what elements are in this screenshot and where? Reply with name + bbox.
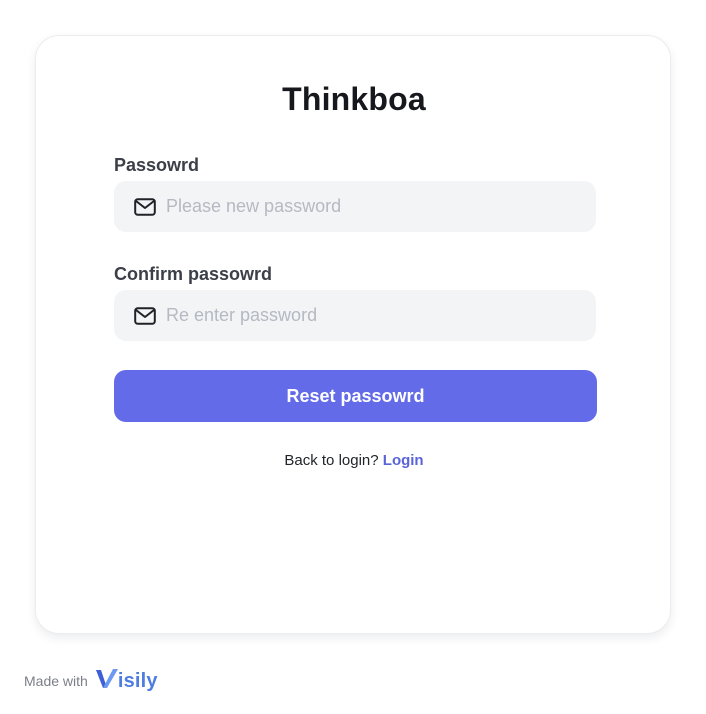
reset-password-button[interactable]: Reset passowrd bbox=[114, 370, 597, 422]
confirm-password-field-wrapper[interactable] bbox=[114, 290, 596, 341]
mail-icon bbox=[134, 196, 156, 218]
page-title: Thinkboa bbox=[282, 81, 426, 117]
visily-logo: isily bbox=[94, 666, 158, 697]
visily-wordmark: isily bbox=[117, 669, 158, 692]
back-to-login-row: Back to login? Login bbox=[36, 451, 672, 471]
confirm-password-input[interactable] bbox=[166, 300, 576, 331]
mail-icon bbox=[134, 305, 156, 327]
password-field-wrapper[interactable] bbox=[114, 181, 596, 232]
password-input[interactable] bbox=[166, 191, 576, 222]
back-to-login-prompt: Back to login? bbox=[284, 452, 379, 469]
made-with-badge[interactable]: Made with isily bbox=[24, 667, 158, 695]
confirm-password-label: Confirm passowrd bbox=[114, 264, 273, 284]
visily-v-icon bbox=[94, 666, 120, 697]
password-label: Passowrd bbox=[114, 155, 200, 175]
reset-password-card: Thinkboa Passowrd Confirm passowrd Reset… bbox=[35, 35, 671, 634]
made-with-text: Made with bbox=[24, 673, 88, 689]
login-link[interactable]: Login bbox=[383, 452, 424, 469]
